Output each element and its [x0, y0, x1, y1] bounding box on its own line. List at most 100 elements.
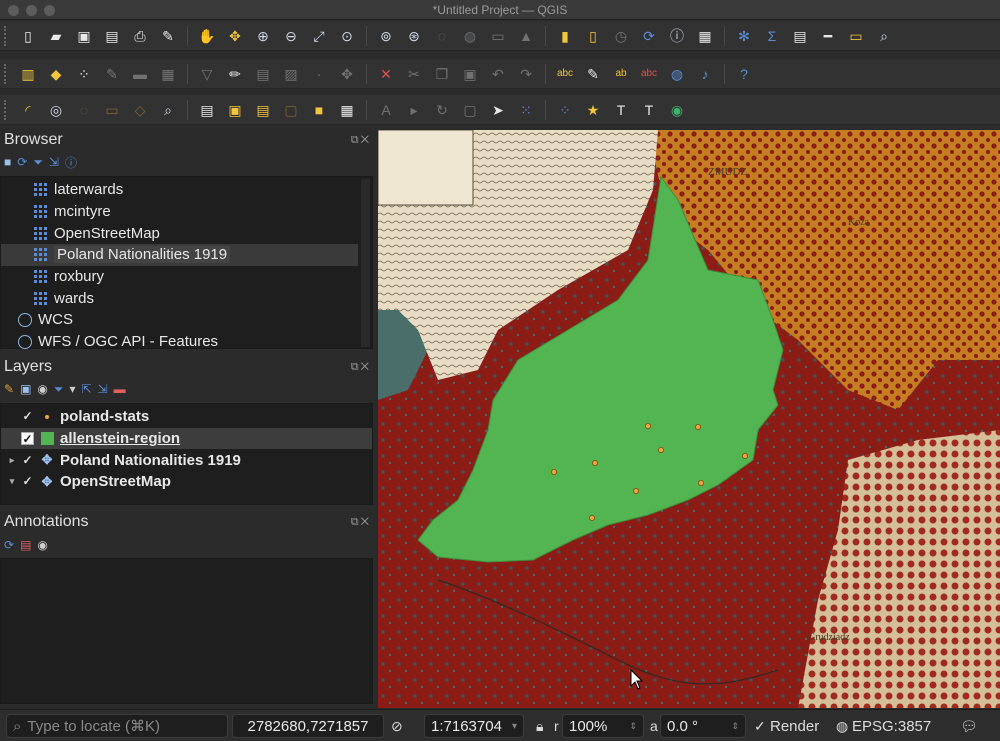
- browser-item[interactable]: wards: [1, 287, 358, 309]
- open-project-icon[interactable]: ▰: [45, 25, 67, 47]
- add-group-icon[interactable]: ▣: [20, 382, 31, 396]
- remove-layer-icon[interactable]: ▬: [114, 382, 126, 396]
- label-pin-icon[interactable]: ✎: [582, 63, 604, 85]
- layer-item[interactable]: ▸ ✓ ✥ Poland Nationalities 1919: [1, 449, 372, 471]
- zoom-to-selection-icon[interactable]: ⊙: [336, 25, 358, 47]
- move-feature-icon[interactable]: ✥: [336, 63, 358, 85]
- search-icon[interactable]: ⌕: [873, 25, 895, 47]
- attribute-table-icon[interactable]: ▦: [694, 25, 716, 47]
- rotation-spinbox[interactable]: 0.0 ° ⇕: [660, 714, 746, 738]
- refresh-icon[interactable]: ⟳: [638, 25, 660, 47]
- new-3d-view-icon[interactable]: ▲: [515, 25, 537, 47]
- identify-small-icon[interactable]: ◎: [45, 99, 67, 121]
- render-checkbox[interactable]: ✓: [754, 718, 766, 735]
- layer-visibility-checkbox[interactable]: ✓: [21, 432, 34, 446]
- pan-hand-icon[interactable]: ✋: [196, 25, 218, 47]
- browser-item[interactable]: Poland Nationalities 1919: [1, 244, 358, 266]
- print-layout-icon[interactable]: ⎙: [129, 25, 151, 47]
- stats-point[interactable]: [697, 479, 704, 486]
- stats-point[interactable]: [550, 468, 557, 475]
- statistics-icon[interactable]: Σ: [761, 25, 783, 47]
- layer-item[interactable]: ✓ allenstein-region: [1, 427, 372, 450]
- visibility-eye-icon[interactable]: ◉: [37, 538, 47, 552]
- browser-item[interactable]: OpenStreetMap: [1, 222, 358, 244]
- deselect-all-icon[interactable]: ▢: [280, 99, 302, 121]
- zoom-native-icon[interactable]: ⊛: [403, 25, 425, 47]
- stats-point[interactable]: [657, 446, 664, 453]
- pencil-icon[interactable]: ✏: [224, 63, 246, 85]
- data-source-manager-icon[interactable]: ▥: [17, 63, 39, 85]
- vertex-tool-icon[interactable]: ⁘: [554, 99, 576, 121]
- select-icon[interactable]: ◜: [17, 99, 39, 121]
- style-layer-icon[interactable]: ✎: [4, 382, 14, 396]
- delete-icon[interactable]: ✕: [375, 63, 397, 85]
- browser-scrollbar[interactable]: [361, 179, 370, 347]
- select-polygon-icon[interactable]: ▭: [101, 99, 123, 121]
- bookmark-icon[interactable]: ▮: [554, 25, 576, 47]
- browser-item[interactable]: WFS / OGC API - Features: [1, 331, 358, 353]
- select-by-expression-icon[interactable]: ▤: [252, 99, 274, 121]
- refresh-icon[interactable]: ⟳: [17, 155, 27, 169]
- new-geopackage-icon[interactable]: ◆: [45, 63, 67, 85]
- move-label-icon[interactable]: A: [375, 99, 397, 121]
- scale-combo[interactable]: 1:7163704 ▾: [424, 714, 524, 738]
- add-selected-icon[interactable]: ■: [4, 155, 11, 169]
- browser-item[interactable]: mcintyre: [1, 201, 358, 223]
- panel-float-close-icon[interactable]: ⧉✕: [351, 516, 371, 529]
- python-icon[interactable]: ♪: [694, 63, 716, 85]
- metadata-icon[interactable]: ▤: [196, 99, 218, 121]
- new-project-icon[interactable]: ▯: [17, 25, 39, 47]
- zoom-in-icon[interactable]: ⊕: [252, 25, 274, 47]
- select-location-icon[interactable]: ■: [308, 99, 330, 121]
- refresh-icon[interactable]: ⟳: [4, 538, 14, 552]
- node-tool-icon[interactable]: ⁙: [515, 99, 537, 121]
- add-polygon-icon[interactable]: ▨: [280, 63, 302, 85]
- pan-to-selection-icon[interactable]: ✥: [224, 25, 246, 47]
- collapsed-chevron-icon[interactable]: ▸: [5, 455, 19, 466]
- lock-scale-icon[interactable]: 🔒︎: [536, 718, 543, 735]
- panel-float-close-icon[interactable]: ⧉✕: [351, 134, 371, 147]
- save-edits-icon[interactable]: ▤: [252, 63, 274, 85]
- toolbar-grip[interactable]: [4, 26, 8, 46]
- collapse-all-icon[interactable]: ⇲: [98, 382, 108, 396]
- cursor-icon[interactable]: ➤: [487, 99, 509, 121]
- locator-icon[interactable]: ⌕: [157, 99, 179, 121]
- identify-icon[interactable]: ⓘ: [666, 25, 688, 47]
- text-tool-icon[interactable]: T: [638, 99, 660, 121]
- zoom-full-icon[interactable]: ⤢: [308, 25, 330, 47]
- stats-point[interactable]: [694, 423, 701, 430]
- stats-point[interactable]: [741, 452, 748, 459]
- map-canvas[interactable]: ZMUDZ Koza Grudziadz: [378, 130, 1000, 708]
- help-icon[interactable]: ?: [733, 63, 755, 85]
- globe-icon[interactable]: ◍: [666, 63, 688, 85]
- stats-point[interactable]: [591, 459, 598, 466]
- settings-icon[interactable]: ✻: [733, 25, 755, 47]
- measure-icon[interactable]: ━: [817, 25, 839, 47]
- panel-float-close-icon[interactable]: ⧉✕: [351, 361, 371, 374]
- layer-visibility-checkbox[interactable]: ✓: [21, 453, 34, 467]
- cut-icon[interactable]: ✂: [403, 63, 425, 85]
- stats-point[interactable]: [644, 422, 651, 429]
- visibility-eye-icon[interactable]: ◉: [37, 382, 47, 396]
- tips-icon[interactable]: ▭: [845, 25, 867, 47]
- favorite-star-icon[interactable]: ★: [582, 99, 604, 121]
- toggle-extents-icon[interactable]: ⊘: [391, 718, 403, 735]
- filter-legend-icon[interactable]: ⏷: [54, 382, 64, 397]
- paste-icon[interactable]: ▣: [459, 63, 481, 85]
- rotate-label-icon[interactable]: ↻: [431, 99, 453, 121]
- digitize-icon[interactable]: ✎: [101, 63, 123, 85]
- crs-button[interactable]: EPSG:3857: [852, 718, 931, 735]
- layer-item[interactable]: ✓ poland-stats: [1, 406, 372, 428]
- coordinate-field[interactable]: 2782680,7271857: [232, 714, 384, 738]
- label-show-icon[interactable]: ab: [610, 63, 632, 85]
- zoom-out-icon[interactable]: ⊖: [280, 25, 302, 47]
- browser-item[interactable]: roxbury: [1, 266, 358, 288]
- deselect-icon[interactable]: ◌: [73, 99, 95, 121]
- select-features-icon[interactable]: ▣: [224, 99, 246, 121]
- toolbar-grip[interactable]: [4, 100, 8, 120]
- text-annotation-icon[interactable]: T: [610, 99, 632, 121]
- browser-item[interactable]: WCS: [1, 309, 358, 331]
- magnifier-spinbox[interactable]: 100% ⇕: [562, 714, 644, 738]
- save-project-icon[interactable]: ▣: [73, 25, 95, 47]
- layer-visibility-checkbox[interactable]: ✓: [21, 475, 34, 488]
